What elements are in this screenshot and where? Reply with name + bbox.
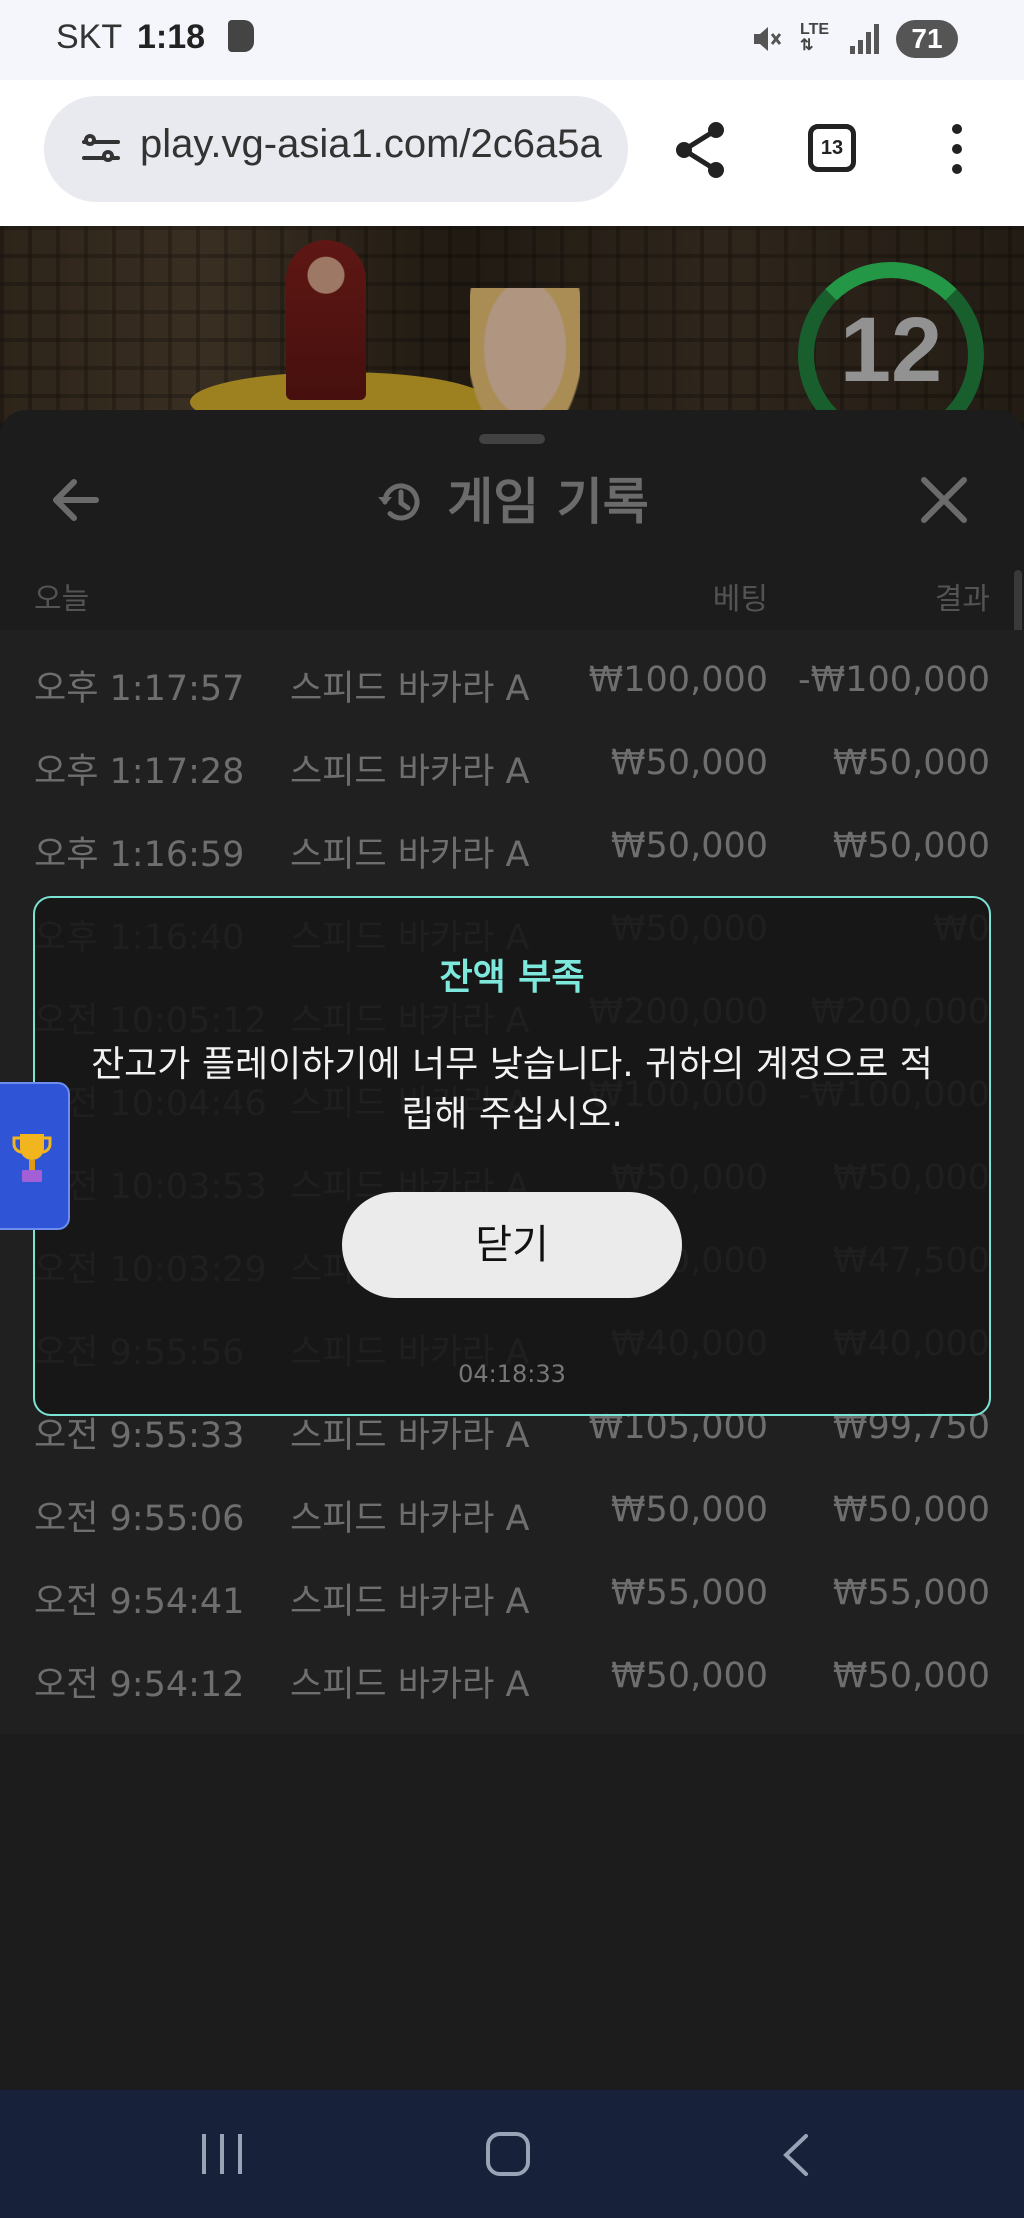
tabs-icon[interactable]: 13	[808, 124, 856, 172]
carrier-label: SKT	[56, 18, 122, 56]
insufficient-balance-dialog: 잔액 부족 잔고가 플레이하기에 너무 낮습니다. 귀하의 계정으로 적립해 주…	[33, 896, 991, 1416]
dialog-title: 잔액 부족	[439, 957, 585, 998]
trophy-icon	[12, 1134, 52, 1182]
browser-toolbar: play.vg-asia1.com/2c6a5a 13	[0, 80, 1024, 226]
signal-icon	[846, 22, 880, 56]
recent-apps-icon[interactable]	[202, 2134, 242, 2174]
mute-icon	[754, 27, 782, 51]
battery-indicator: 71	[896, 20, 958, 58]
lte-icon: LTE ⇅	[800, 21, 830, 54]
system-navigation-bar	[0, 2090, 1024, 2218]
url-text[interactable]: play.vg-asia1.com/2c6a5a	[140, 122, 602, 167]
address-bar[interactable]: play.vg-asia1.com/2c6a5a	[44, 96, 628, 202]
dialog-timestamp: 04:18:33	[458, 1360, 566, 1388]
back-icon[interactable]	[780, 2132, 810, 2178]
share-icon[interactable]	[672, 120, 728, 180]
status-right: LTE ⇅ 71	[750, 20, 958, 58]
tune-icon[interactable]	[82, 134, 120, 166]
dialog-message: 잔고가 플레이하기에 너무 낮습니다. 귀하의 계정으로 적립해 주십시오.	[91, 1044, 933, 1135]
status-left: SKT 1:18	[56, 18, 255, 57]
clock: 1:18	[136, 18, 206, 56]
app-notification-icon	[228, 20, 255, 52]
close-button[interactable]: 닫기	[342, 1192, 682, 1298]
status-bar: SKT 1:18 LTE ⇅ 71	[0, 0, 1024, 80]
home-icon[interactable]	[486, 2132, 530, 2176]
more-icon[interactable]	[950, 124, 964, 174]
trophy-side-tab[interactable]	[0, 1082, 70, 1230]
